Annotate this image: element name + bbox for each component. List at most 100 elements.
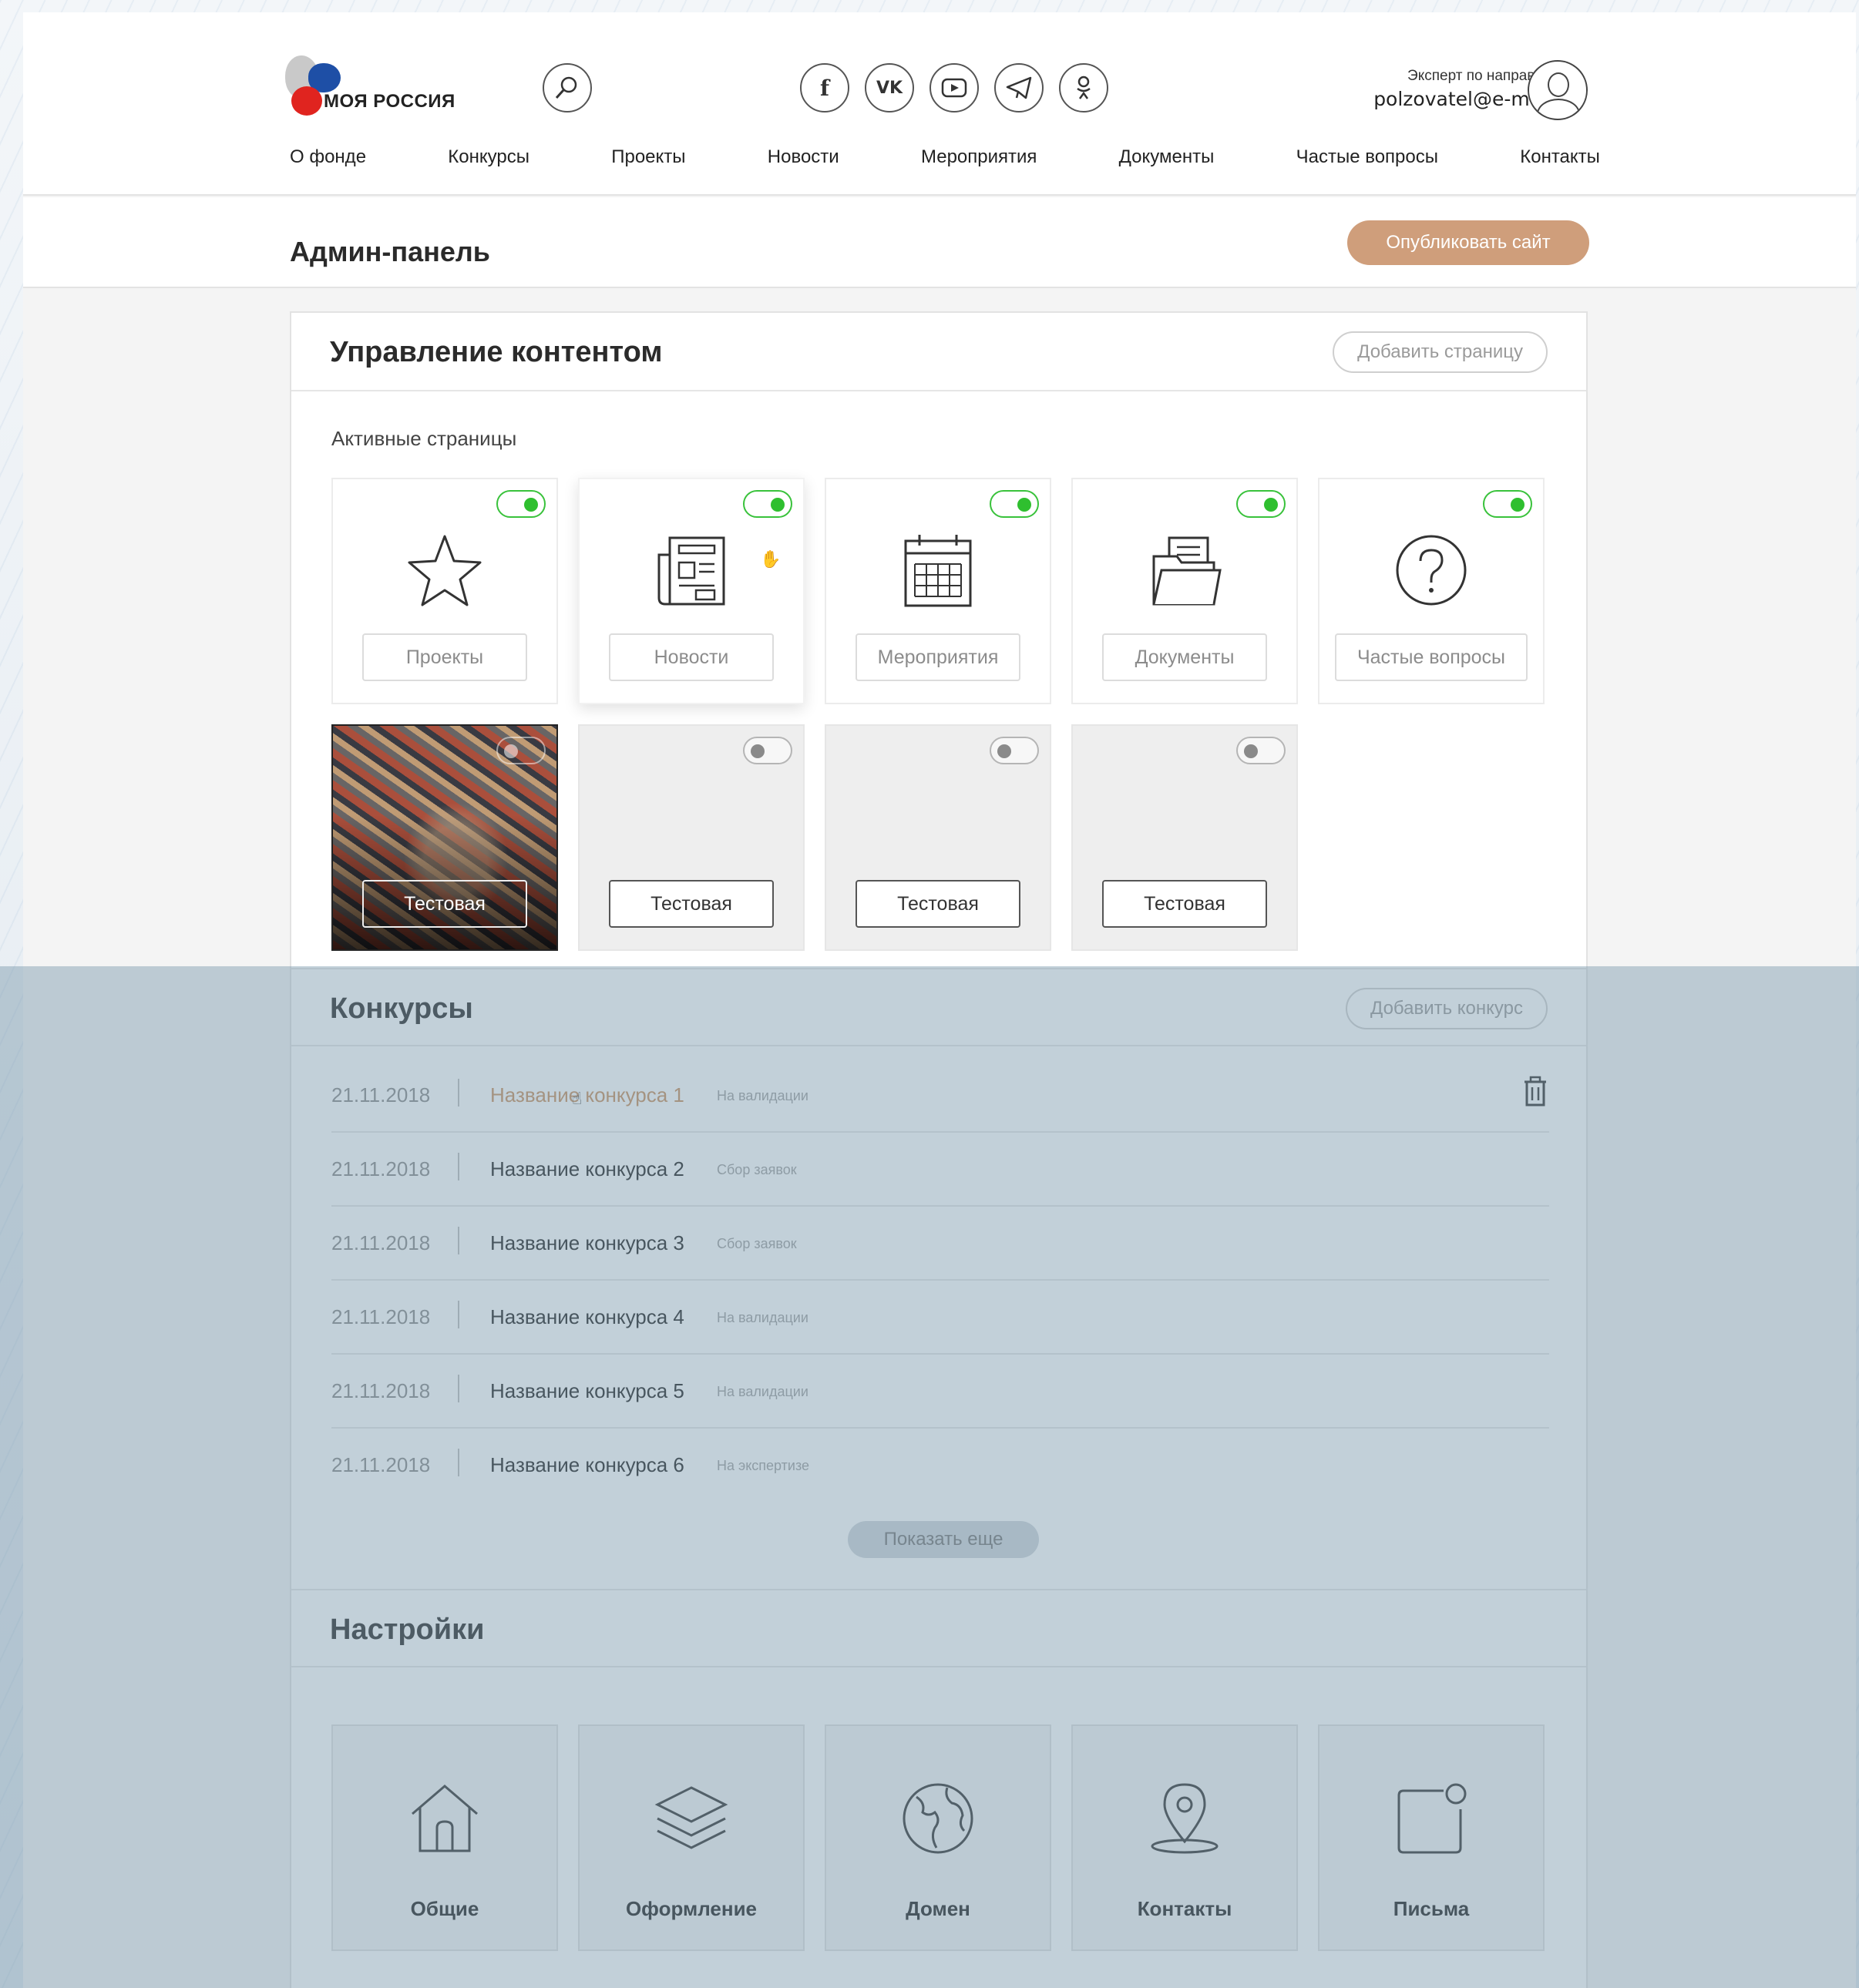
page-tile-faq[interactable]: Частые вопросы <box>1318 478 1545 704</box>
avatar-body <box>1537 99 1580 119</box>
toggle-projects[interactable] <box>496 490 546 518</box>
contest-row[interactable]: 21.11.2018 Название конкурса 6 На экспер… <box>331 1429 1549 1503</box>
contest-status: Сбор заявок <box>717 1236 797 1251</box>
contest-row[interactable]: 21.11.2018 Название конкурса 5 На валида… <box>331 1355 1549 1429</box>
nav-item-documents[interactable]: Документы <box>1119 146 1215 168</box>
logo-text: МОЯ РОССИЯ <box>324 91 456 112</box>
contest-status: На валидации <box>717 1088 808 1103</box>
nav-item-news[interactable]: Новости <box>768 146 839 168</box>
publish-site-button[interactable]: Опубликовать сайт <box>1347 220 1589 265</box>
page-tile-label[interactable]: Тестовая <box>1102 880 1267 928</box>
contest-date: 21.11.2018 <box>331 1453 431 1476</box>
contest-date: 21.11.2018 <box>331 1379 431 1402</box>
page-tile-label[interactable]: Тестовая <box>856 880 1020 928</box>
toggle-test-3[interactable] <box>990 737 1039 764</box>
contest-status: На экспертизе <box>717 1458 810 1473</box>
toggle-test-4[interactable] <box>1236 737 1286 764</box>
nav-item-contacts[interactable]: Контакты <box>1520 146 1600 168</box>
page-tile-projects[interactable]: Проекты <box>331 478 558 704</box>
contest-date: 21.11.2018 <box>331 1083 431 1106</box>
toggle-faq[interactable] <box>1483 490 1532 518</box>
telegram-icon[interactable] <box>994 63 1044 112</box>
trash-icon[interactable] <box>1521 1076 1549 1106</box>
content-section-title: Управление контентом <box>330 336 663 368</box>
star-icon <box>408 535 482 606</box>
settings-tile-letters[interactable]: Письма <box>1318 1724 1545 1951</box>
contest-name[interactable]: Название конкурса 6 <box>490 1453 684 1477</box>
nav-item-events[interactable]: Мероприятия <box>921 146 1037 168</box>
contests-section-title: Конкурсы <box>330 992 473 1025</box>
row-separator <box>458 1079 459 1106</box>
page-tile-news[interactable]: ✋ Новости <box>578 478 805 704</box>
contest-date: 21.11.2018 <box>331 1157 431 1180</box>
settings-tile-contacts[interactable]: Контакты <box>1071 1724 1298 1951</box>
contest-name[interactable]: Название конкурса 3 <box>490 1231 684 1255</box>
toggle-test-1[interactable] <box>496 737 546 764</box>
contest-name[interactable]: Название конкурса 5 <box>490 1379 684 1403</box>
pointer-cursor-icon: ☝ <box>572 1090 583 1109</box>
odnoklassniki-icon[interactable] <box>1059 63 1108 112</box>
map-pin-icon <box>1151 1783 1219 1854</box>
page-tile-label[interactable]: Новости <box>609 633 774 681</box>
page-title: Админ-панель <box>290 236 490 267</box>
toggle-events[interactable] <box>990 490 1039 518</box>
toggle-documents[interactable] <box>1236 490 1286 518</box>
admin-panel: Управление контентом Добавить страницу А… <box>290 311 1588 1988</box>
newspaper-icon <box>657 536 725 606</box>
settings-section-title: Настройки <box>330 1614 485 1646</box>
question-icon <box>1396 535 1467 606</box>
contest-row[interactable]: 21.11.2018 Название конкурса 3 Сбор заяв… <box>331 1207 1549 1281</box>
row-separator <box>458 1301 459 1328</box>
logo-shape-red <box>291 86 322 116</box>
page-tile-label[interactable]: Тестовая <box>609 880 774 928</box>
page-tile-label[interactable]: Документы <box>1102 633 1267 681</box>
toggle-news[interactable] <box>743 490 792 518</box>
row-separator <box>458 1153 459 1180</box>
page-tile-documents[interactable]: Документы <box>1071 478 1298 704</box>
search-icon[interactable] <box>543 63 592 112</box>
folder-icon <box>1152 536 1222 606</box>
page-tile-events[interactable]: Мероприятия <box>825 478 1051 704</box>
page: МОЯ РОССИЯ f VK Эксперт по направлению p… <box>23 12 1856 1988</box>
settings-tile-domain[interactable]: Домен <box>825 1724 1051 1951</box>
content-section-header: Управление контентом Добавить страницу <box>291 313 1586 391</box>
row-separator <box>458 1449 459 1476</box>
nav-item-about[interactable]: О фонде <box>290 146 366 168</box>
contest-date: 21.11.2018 <box>331 1305 431 1328</box>
contest-status: На валидации <box>717 1384 808 1399</box>
nav-item-faq[interactable]: Частые вопросы <box>1296 146 1438 168</box>
logo[interactable]: МОЯ РОССИЯ <box>285 55 455 125</box>
row-separator <box>458 1375 459 1402</box>
facebook-icon[interactable]: f <box>800 63 849 112</box>
page-tile-test[interactable]: Тестовая <box>1071 724 1298 951</box>
page-tile-label[interactable]: Мероприятия <box>856 633 1020 681</box>
contest-name[interactable]: Название конкурса 4 <box>490 1305 684 1329</box>
add-page-button[interactable]: Добавить страницу <box>1333 331 1548 373</box>
add-contest-button[interactable]: Добавить конкурс <box>1346 988 1548 1029</box>
home-icon <box>412 1785 478 1852</box>
settings-tile-design[interactable]: Оформление <box>578 1724 805 1951</box>
contest-row[interactable]: 21.11.2018 Название конкурса 4 На валида… <box>331 1281 1549 1355</box>
contest-name[interactable]: Название конкурса 2 <box>490 1157 684 1181</box>
contest-row[interactable]: 21.11.2018 Название конкурса 2 Сбор заяв… <box>331 1133 1549 1207</box>
nav-item-contests[interactable]: Конкурсы <box>448 146 529 168</box>
page-tile-label[interactable]: Проекты <box>362 633 527 681</box>
toggle-test-2[interactable] <box>743 737 792 764</box>
contest-row[interactable]: 21.11.2018 Название конкурса 1 На валида… <box>331 1059 1549 1133</box>
page-tile-test[interactable]: Тестовая <box>578 724 805 951</box>
nav-item-projects[interactable]: Проекты <box>611 146 685 168</box>
vk-icon[interactable]: VK <box>865 63 914 112</box>
page-tile-label[interactable]: Тестовая <box>362 880 527 928</box>
settings-tile-label: Общие <box>410 1897 479 1920</box>
contest-name[interactable]: Название конкурса 1 <box>490 1083 684 1107</box>
mail-notification-icon <box>1397 1783 1467 1854</box>
active-pages-label: Активные страницы <box>331 427 517 450</box>
show-more-button[interactable]: Показать еще <box>848 1521 1039 1558</box>
page-tile-test-photo[interactable]: Тестовая <box>331 724 558 951</box>
avatar-head <box>1548 72 1569 97</box>
page-tile-label[interactable]: Частые вопросы <box>1335 633 1528 681</box>
settings-tile-general[interactable]: Общие <box>331 1724 558 1951</box>
youtube-icon[interactable] <box>930 63 979 112</box>
page-tile-test[interactable]: Тестовая <box>825 724 1051 951</box>
avatar[interactable] <box>1528 60 1588 120</box>
